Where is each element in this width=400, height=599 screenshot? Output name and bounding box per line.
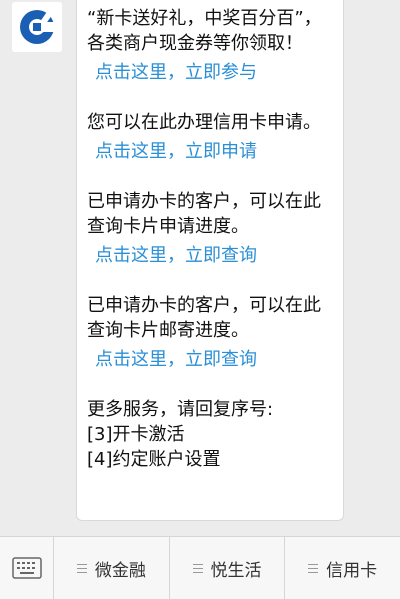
option-account-settings: [4]约定账户设置: [87, 449, 221, 470]
more-services-title: 更多服务，请回复序号:: [87, 399, 274, 420]
promo-link[interactable]: 点击这里，立即参与: [87, 60, 335, 85]
bank-logo-icon: [12, 2, 62, 52]
menu-lines-icon: [76, 561, 87, 576]
mail-text: 已申请办卡的客户，可以在此查询卡片邮寄进度。: [87, 295, 321, 341]
promo-text: “新卡送好礼，中奖百分百”，各类商户现金券等你领取！: [87, 8, 322, 54]
menu-tab-label: 微金融: [94, 560, 146, 581]
menu-tab-credit-card[interactable]: 信用卡: [285, 537, 400, 599]
progress-text: 已申请办卡的客户，可以在此查询卡片申请进度。: [87, 191, 321, 237]
menu-lines-icon: [308, 561, 319, 576]
menu-tab-label: 悦生活: [210, 560, 262, 581]
menu-tab-wei-finance[interactable]: 微金融: [54, 537, 170, 599]
bottom-menu-bar: 微金融 悦生活 信用卡: [0, 536, 400, 599]
apply-text: 您可以在此办理信用卡申请。: [87, 112, 321, 133]
progress-query-link[interactable]: 点击这里，立即查询: [87, 243, 335, 268]
keyboard-toggle-button[interactable]: [0, 537, 54, 599]
apply-link[interactable]: 点击这里，立即申请: [87, 139, 335, 164]
menu-tab-yue-life[interactable]: 悦生活: [170, 537, 286, 599]
menu-lines-icon: [192, 561, 203, 576]
message-bubble: “新卡送好礼，中奖百分百”，各类商户现金券等你领取！ 点击这里，立即参与 您可以…: [76, 0, 344, 521]
option-activate-card: [3]开卡激活: [87, 424, 185, 445]
chat-area: “新卡送好礼，中奖百分百”，各类商户现金券等你领取！ 点击这里，立即参与 您可以…: [0, 0, 400, 536]
bank-logo-avatar[interactable]: [12, 2, 62, 52]
mail-query-link[interactable]: 点击这里，立即查询: [87, 347, 335, 372]
keyboard-icon: [11, 557, 42, 579]
menu-tab-label: 信用卡: [326, 560, 378, 581]
